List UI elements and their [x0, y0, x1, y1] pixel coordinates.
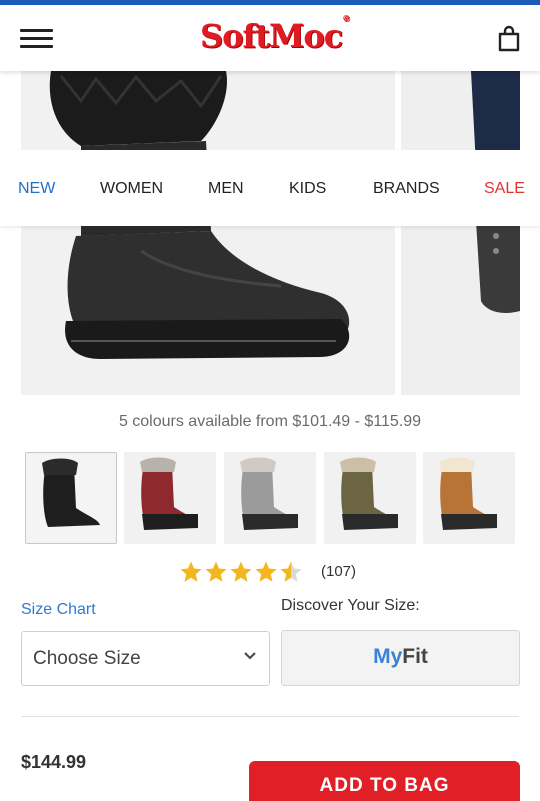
myfit-my-text: My — [373, 645, 403, 668]
main-product-image[interactable] — [21, 71, 395, 395]
colour-swatches — [25, 452, 520, 544]
star-full-icon — [230, 561, 252, 582]
myfit-fit-text: Fit — [402, 645, 428, 668]
swatch-black[interactable] — [25, 452, 117, 544]
model-leg-image — [471, 71, 520, 313]
shopping-bag-icon[interactable] — [497, 25, 521, 53]
swatch-grey[interactable] — [224, 452, 316, 544]
product-image-gallery[interactable] — [0, 71, 540, 396]
myfit-button[interactable]: MyFit — [281, 630, 520, 686]
nav-item-men[interactable]: MEN — [208, 180, 244, 198]
discover-size-label: Discover Your Size: — [281, 597, 420, 614]
nav-item-kids[interactable]: KIDS — [289, 180, 326, 198]
nav-item-sale[interactable]: SALE — [484, 180, 525, 198]
logo-text: SoftMoc — [200, 17, 343, 55]
size-chart-link[interactable]: Size Chart — [21, 601, 96, 619]
choose-size-select[interactable]: Choose Size — [21, 631, 270, 686]
product-price: $144.99 — [21, 752, 87, 772]
secondary-product-image[interactable] — [401, 71, 520, 395]
category-nav: NEW WOMEN MEN KIDS BRANDS SALE — [0, 150, 540, 226]
swatch-red[interactable] — [124, 452, 216, 544]
section-divider — [21, 716, 519, 717]
site-header: SoftMoc® — [0, 5, 540, 71]
nav-item-women[interactable]: WOMEN — [100, 180, 163, 198]
nav-item-new[interactable]: NEW — [18, 180, 55, 198]
chevron-down-icon — [244, 652, 256, 660]
add-to-bag-button[interactable]: ADD TO BAG — [249, 761, 520, 801]
star-full-icon — [205, 561, 227, 582]
star-full-icon — [180, 561, 202, 582]
star-half-icon — [280, 561, 302, 582]
swatch-tan[interactable] — [423, 452, 515, 544]
colours-available-text: 5 colours available from $101.49 - $115.… — [118, 413, 422, 430]
boot-image — [49, 71, 350, 359]
softmoc-logo[interactable]: SoftMoc® — [200, 13, 350, 55]
nav-item-brands[interactable]: BRANDS — [373, 180, 440, 198]
star-full-icon — [255, 561, 277, 582]
hamburger-menu-icon[interactable] — [20, 29, 53, 49]
swatch-olive[interactable] — [324, 452, 416, 544]
choose-size-label: Choose Size — [33, 648, 141, 669]
add-to-bag-label: ADD TO BAG — [319, 775, 450, 796]
review-count[interactable]: (107) — [321, 563, 356, 580]
